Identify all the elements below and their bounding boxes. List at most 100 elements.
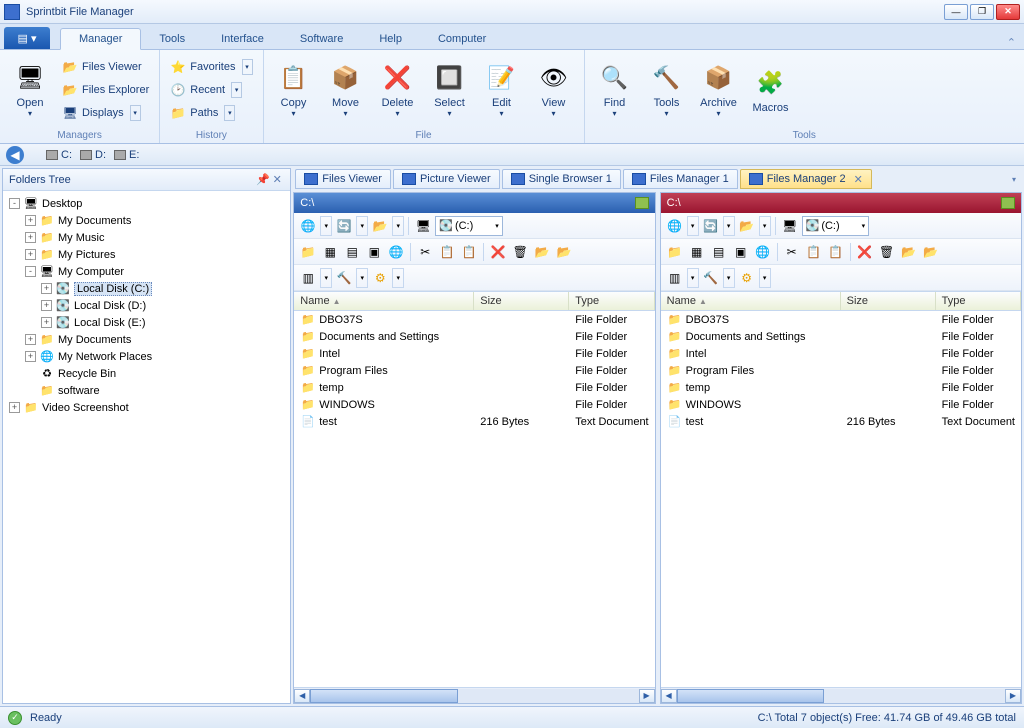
folder-up-icon[interactable] — [737, 216, 757, 236]
chevron-down-icon[interactable]: ▾ — [130, 105, 141, 121]
favorites-button[interactable]: Favorites▾ — [166, 56, 256, 78]
copy-icon[interactable] — [437, 242, 457, 262]
expand-icon[interactable]: + — [25, 249, 36, 260]
pathbar-icon[interactable] — [1001, 197, 1015, 209]
browser-icon[interactable] — [665, 216, 685, 236]
back-icon[interactable] — [6, 146, 24, 164]
delete-icon[interactable] — [488, 242, 508, 262]
paste-icon[interactable] — [459, 242, 479, 262]
pane-right-pathbar[interactable]: C:\ — [661, 193, 1021, 213]
file-row[interactable]: WINDOWSFile Folder — [294, 396, 654, 413]
files-viewer-button[interactable]: Files Viewer — [58, 56, 153, 78]
tree-node[interactable]: +Local Disk (C:) — [5, 280, 288, 297]
archive-button[interactable]: Archive▾ — [695, 54, 743, 126]
drive-e-button[interactable]: E: — [114, 149, 139, 161]
gear-icon[interactable] — [737, 268, 757, 288]
tree-node[interactable]: +Video Screenshot — [5, 399, 288, 416]
tab-computer[interactable]: Computer — [420, 29, 504, 49]
maximize-button[interactable]: ❐ — [970, 4, 994, 20]
trash-icon[interactable] — [877, 242, 897, 262]
minimize-button[interactable]: — — [944, 4, 968, 20]
tools-icon[interactable] — [701, 268, 721, 288]
thumbs-icon[interactable]: ▦ — [687, 242, 707, 262]
gear-icon[interactable] — [370, 268, 390, 288]
tree-node[interactable]: software — [5, 382, 288, 399]
moveto-icon[interactable] — [899, 242, 919, 262]
paths-button[interactable]: Paths▾ — [166, 102, 256, 124]
drive-d-button[interactable]: D: — [80, 149, 106, 161]
tree-node[interactable]: Recycle Bin — [5, 365, 288, 382]
edit-button[interactable]: Edit▾ — [478, 54, 526, 126]
column-size[interactable]: Size — [841, 292, 936, 310]
file-row[interactable]: tempFile Folder — [294, 379, 654, 396]
tree-node[interactable]: +Local Disk (D:) — [5, 297, 288, 314]
view-tab[interactable]: Picture Viewer — [393, 169, 500, 189]
expand-icon[interactable]: + — [41, 283, 52, 294]
folder-up-icon[interactable] — [370, 216, 390, 236]
pane-left-filelist[interactable]: DBO37SFile FolderDocuments and SettingsF… — [294, 311, 654, 687]
expand-icon[interactable]: + — [9, 402, 20, 413]
filter-icon[interactable]: ▥ — [298, 268, 318, 288]
file-row[interactable]: test216 BytesText Document — [294, 413, 654, 430]
dd-icon[interactable]: ▾ — [320, 268, 332, 288]
chevron-down-icon[interactable]: ▾ — [231, 82, 242, 98]
tab-close-icon[interactable]: ✕ — [854, 173, 863, 186]
folder-tree[interactable]: -Desktop +My Documents +My Music+My Pictur… — [3, 191, 290, 703]
displays-button[interactable]: Displays▾ — [58, 102, 153, 124]
computer-icon[interactable] — [413, 216, 433, 236]
dd-icon[interactable]: ▾ — [320, 216, 332, 236]
file-row[interactable]: Documents and SettingsFile Folder — [661, 328, 1021, 345]
view-tab[interactable]: Single Browser 1 — [502, 169, 621, 189]
expand-icon[interactable]: + — [25, 215, 36, 226]
view-tab[interactable]: Files Manager 2✕ — [740, 169, 872, 189]
file-row[interactable]: Program FilesFile Folder — [294, 362, 654, 379]
thumbs-icon[interactable]: ▦ — [320, 242, 340, 262]
scroll-right-icon[interactable]: ▶ — [639, 689, 655, 703]
column-size[interactable]: Size — [474, 292, 569, 310]
expand-icon[interactable]: + — [41, 300, 52, 311]
pane-left-scrollbar[interactable]: ◀▶ — [294, 687, 654, 703]
tree-node[interactable]: +Local Disk (E:) — [5, 314, 288, 331]
dd-icon[interactable]: ▾ — [687, 216, 699, 236]
file-row[interactable]: DBO37SFile Folder — [294, 311, 654, 328]
open-button[interactable]: Open ▾ — [6, 54, 54, 126]
tools-button[interactable]: Tools▾ — [643, 54, 691, 126]
close-button[interactable]: ✕ — [996, 4, 1020, 20]
delete-button[interactable]: Delete▾ — [374, 54, 422, 126]
copyto-icon[interactable] — [921, 242, 941, 262]
chevron-down-icon[interactable]: ▾ — [224, 105, 235, 121]
tree-node[interactable]: -Desktop — [5, 195, 288, 212]
tree-node[interactable]: +My Documents — [5, 331, 288, 348]
tree-node[interactable]: +My Music — [5, 229, 288, 246]
delete-icon[interactable] — [855, 242, 875, 262]
copy-icon[interactable] — [804, 242, 824, 262]
tabs-overflow-button[interactable]: ▾ — [1008, 175, 1020, 184]
globe-icon[interactable] — [386, 242, 406, 262]
collapse-icon[interactable]: - — [9, 198, 20, 209]
dd-icon[interactable]: ▾ — [356, 268, 368, 288]
scroll-right-icon[interactable]: ▶ — [1005, 689, 1021, 703]
tree-node[interactable]: +My Pictures — [5, 246, 288, 263]
tab-manager[interactable]: Manager — [60, 28, 141, 50]
scroll-thumb[interactable] — [310, 689, 458, 703]
scroll-left-icon[interactable]: ◀ — [661, 689, 677, 703]
files-explorer-button[interactable]: Files Explorer — [58, 79, 153, 101]
macros-button[interactable]: Macros — [747, 54, 795, 126]
pane-right-scrollbar[interactable]: ◀▶ — [661, 687, 1021, 703]
tree-node[interactable]: +My Network Places — [5, 348, 288, 365]
filter-icon[interactable]: ▥ — [665, 268, 685, 288]
find-button[interactable]: Find▾ — [591, 54, 639, 126]
drive-c-button[interactable]: C: — [46, 149, 72, 161]
expand-icon[interactable]: + — [25, 334, 36, 345]
trash-icon[interactable] — [510, 242, 530, 262]
drive-select[interactable]: (C:)▾ — [435, 216, 503, 236]
dd-icon[interactable]: ▾ — [356, 216, 368, 236]
ribbon-collapse-button[interactable]: ⌃ — [999, 36, 1024, 49]
file-row[interactable]: WINDOWSFile Folder — [661, 396, 1021, 413]
view-tab[interactable]: Files Viewer — [295, 169, 391, 189]
view-tab[interactable]: Files Manager 1 — [623, 169, 738, 189]
tab-help[interactable]: Help — [361, 29, 420, 49]
dd-icon[interactable]: ▾ — [392, 268, 404, 288]
close-panel-icon[interactable]: ✕ — [270, 173, 284, 186]
tab-software[interactable]: Software — [282, 29, 361, 49]
